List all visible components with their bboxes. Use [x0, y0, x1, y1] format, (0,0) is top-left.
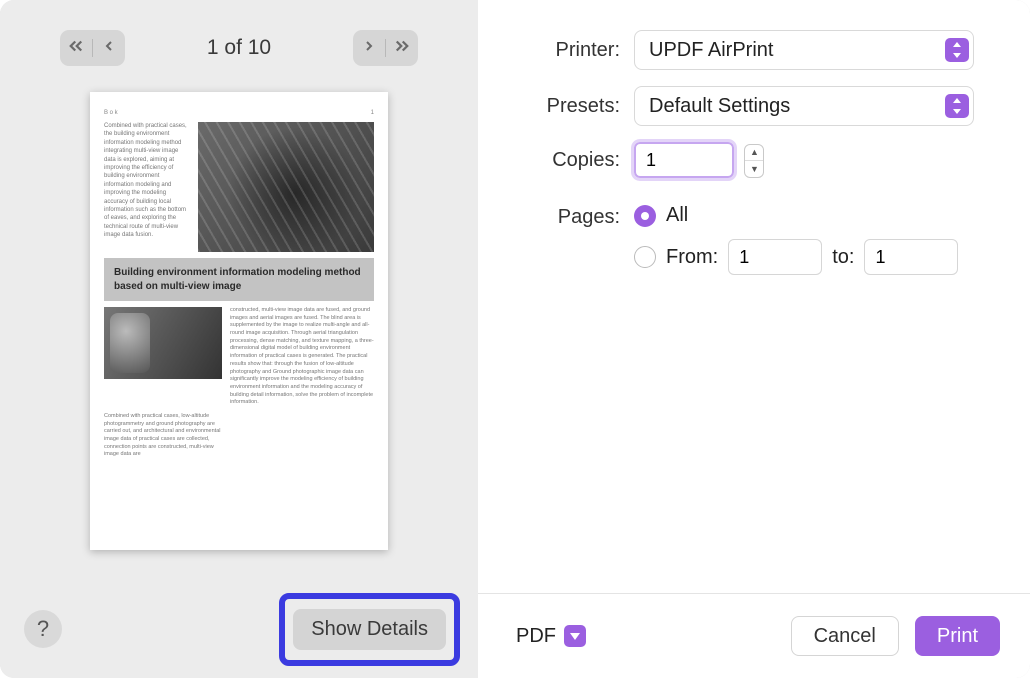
thumb-top-row: Combined with practical cases, the build…: [104, 122, 374, 252]
chevron-down-icon: ▼: [750, 165, 759, 174]
chevron-down-icon: [564, 625, 586, 647]
pages-all-label: All: [666, 204, 688, 227]
copies-step-down[interactable]: ▼: [745, 161, 763, 177]
pages-range-radio[interactable]: [634, 246, 656, 268]
action-buttons: Cancel Print: [791, 616, 1000, 656]
thumb-title: Building environment information modelin…: [114, 266, 364, 293]
show-details-button[interactable]: Show Details: [293, 609, 446, 650]
copies-box: ▲ ▼: [634, 142, 764, 178]
first-page-button[interactable]: [60, 30, 92, 66]
thumb-header-left: B o k: [104, 110, 118, 116]
pages-row: Pages: All From: to:: [478, 204, 1000, 275]
presets-row: Presets: Default Settings: [478, 86, 1000, 126]
thumb-secondary-image: [104, 307, 222, 379]
pdf-menu-button[interactable]: PDF: [516, 625, 586, 648]
print-form: Printer: UPDF AirPrint Presets: Default …: [478, 0, 1030, 291]
prev-page-button[interactable]: [93, 30, 125, 66]
chevron-left-icon: [101, 38, 117, 59]
thumb-bottom-right: [230, 413, 374, 459]
copies-input[interactable]: [634, 142, 734, 178]
thumb-intro-text: Combined with practical cases, the build…: [104, 122, 190, 252]
presets-value: Default Settings: [649, 95, 790, 118]
options-pane: Printer: UPDF AirPrint Presets: Default …: [478, 0, 1030, 678]
pages-label: Pages:: [478, 204, 634, 229]
thumb-right-text: constructed, multi-view image data are f…: [230, 307, 374, 407]
pages-from-label: From:: [666, 246, 718, 269]
pages-to-label: to:: [832, 246, 854, 269]
thumb-header-right: 1: [371, 110, 374, 116]
printer-row: Printer: UPDF AirPrint: [478, 30, 1000, 70]
chevrons-left-icon: [67, 37, 85, 60]
last-page-button[interactable]: [386, 30, 418, 66]
pages-radio-group: All From: to:: [634, 204, 958, 275]
thumb-bottom-left: Combined with practical cases, low-altit…: [104, 413, 222, 459]
thumb-title-box: Building environment information modelin…: [104, 258, 374, 301]
updown-icon: [945, 38, 969, 62]
thumb-hero-image: [198, 122, 374, 252]
preview-nav: 1 of 10: [0, 0, 478, 66]
printer-label: Printer:: [478, 39, 634, 62]
copies-label: Copies:: [478, 149, 634, 172]
pages-range-row: From: to:: [634, 239, 958, 275]
left-footer: ? Show Details: [0, 580, 478, 678]
presets-select[interactable]: Default Settings: [634, 86, 974, 126]
chevron-right-icon: [361, 38, 377, 59]
chevron-up-icon: ▲: [750, 148, 759, 157]
preview-pane: 1 of 10 B o k 1: [0, 0, 478, 678]
presets-label: Presets:: [478, 95, 634, 118]
copies-row: Copies: ▲ ▼: [478, 142, 1000, 178]
right-footer: PDF Cancel Print: [478, 593, 1030, 678]
thumb-mid-row: constructed, multi-view image data are f…: [104, 307, 374, 407]
pages-all-radio[interactable]: [634, 205, 656, 227]
printer-select[interactable]: UPDF AirPrint: [634, 30, 974, 70]
pages-from-input[interactable]: [728, 239, 822, 275]
nav-back-group: [60, 30, 125, 66]
show-details-highlight: Show Details: [279, 593, 460, 666]
page-thumbnail[interactable]: B o k 1 Combined with practical cases, t…: [90, 92, 388, 550]
chevrons-right-icon: [393, 37, 411, 60]
pdf-label: PDF: [516, 625, 556, 648]
next-page-button[interactable]: [353, 30, 385, 66]
cancel-button[interactable]: Cancel: [791, 616, 899, 656]
pages-to-input[interactable]: [864, 239, 958, 275]
thumb-bottom-row: Combined with practical cases, low-altit…: [104, 413, 374, 459]
updown-icon: [945, 94, 969, 118]
print-button[interactable]: Print: [915, 616, 1000, 656]
thumb-header: B o k 1: [104, 110, 374, 116]
question-icon: ?: [37, 616, 49, 642]
print-dialog: 1 of 10 B o k 1: [0, 0, 1030, 678]
page-indicator: 1 of 10: [207, 36, 271, 60]
copies-step-up[interactable]: ▲: [745, 145, 763, 161]
copies-stepper: ▲ ▼: [744, 144, 764, 178]
printer-value: UPDF AirPrint: [649, 39, 773, 62]
help-button[interactable]: ?: [24, 610, 62, 648]
nav-forward-group: [353, 30, 418, 66]
pages-all-row: All: [634, 204, 958, 227]
